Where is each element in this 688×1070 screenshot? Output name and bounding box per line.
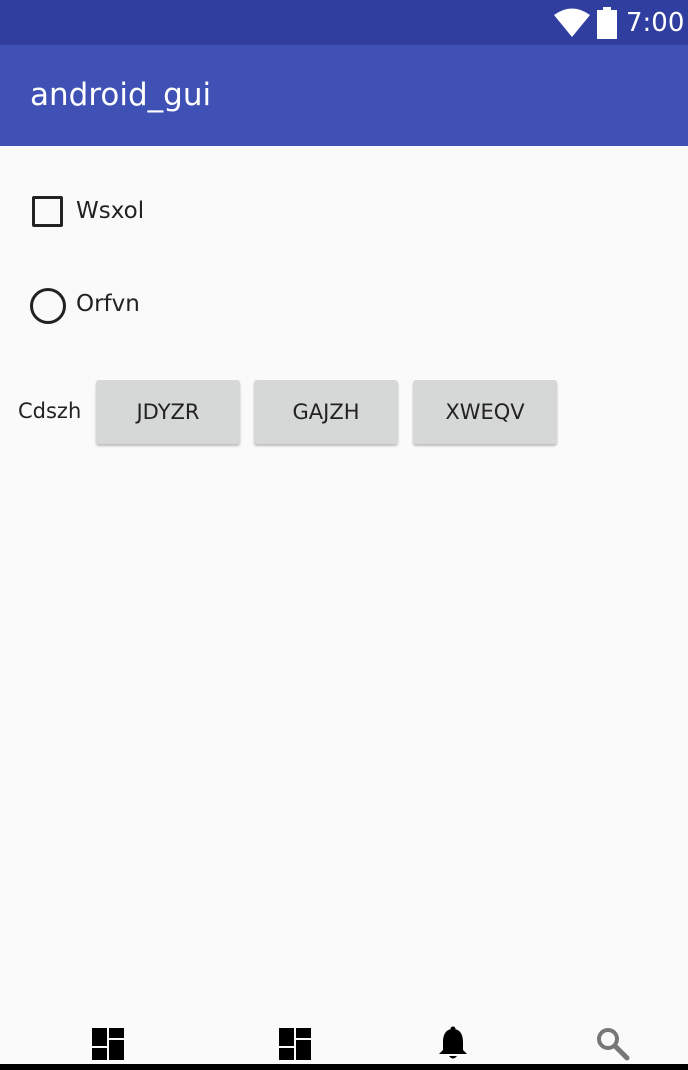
status-bar: 7:00 [0,0,688,45]
gajzh-button[interactable]: GAJZH [254,380,398,444]
button-group-label: Cdszh [18,399,82,423]
notifications-icon[interactable] [435,1026,471,1062]
jdyzr-button[interactable]: JDYZR [96,380,240,444]
battery-icon [597,7,617,39]
xweqv-button[interactable]: XWEQV [413,380,557,444]
dashboard-icon[interactable] [90,1026,126,1062]
app-bar: android_gui [0,45,688,146]
radio-label: Orfvn [76,291,140,317]
checkbox-box[interactable] [32,196,63,227]
app-title: android_gui [30,77,212,113]
status-clock: 7:00 [626,8,685,38]
wifi-icon [554,8,590,37]
radio-circle[interactable] [30,288,66,324]
dashboard-icon[interactable] [277,1026,313,1062]
checkbox-label: Wsxol [76,198,145,224]
search-icon[interactable] [595,1026,631,1062]
bottom-edge [0,1064,688,1070]
